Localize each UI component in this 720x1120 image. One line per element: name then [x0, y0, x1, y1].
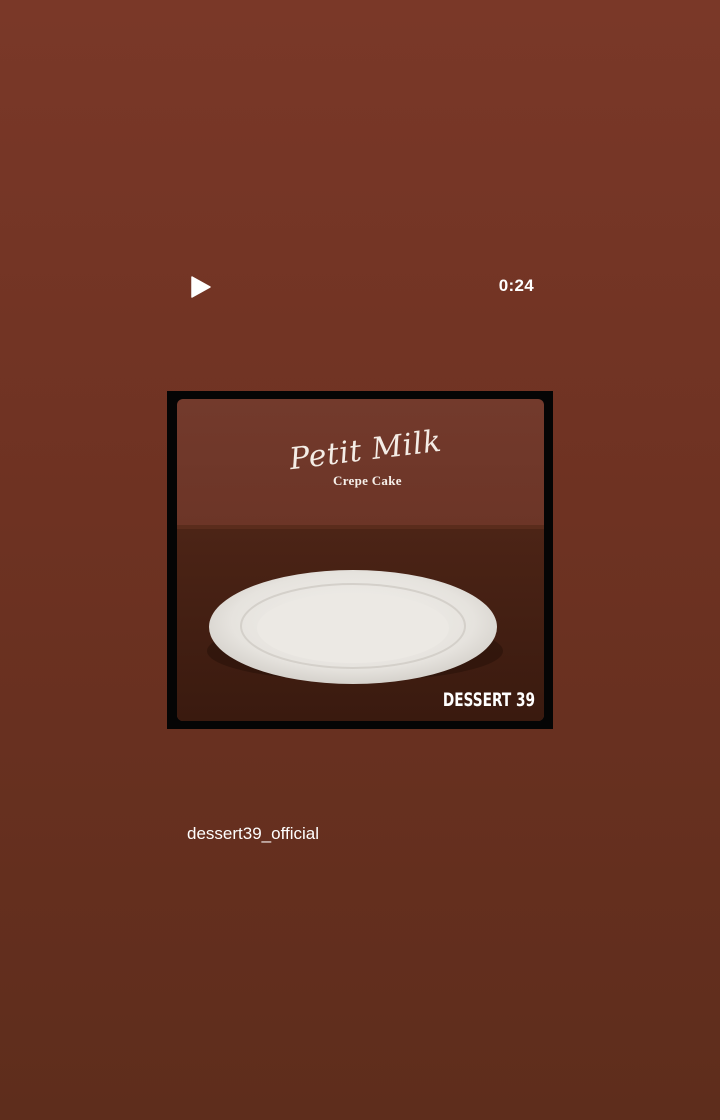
cover-art: Petit Milk Crepe Cake DESSERT 39 [177, 399, 544, 721]
album-cover: Petit Milk Crepe Cake DESSERT 39 [167, 391, 553, 729]
play-icon [191, 276, 211, 298]
brand-logo: DESSERT 39 [442, 689, 535, 711]
cover-subtitle: Crepe Cake [333, 473, 402, 488]
play-button[interactable] [184, 271, 216, 303]
account-username[interactable]: dessert39_official [187, 824, 319, 844]
duration-label: 0:24 [498, 276, 534, 295]
